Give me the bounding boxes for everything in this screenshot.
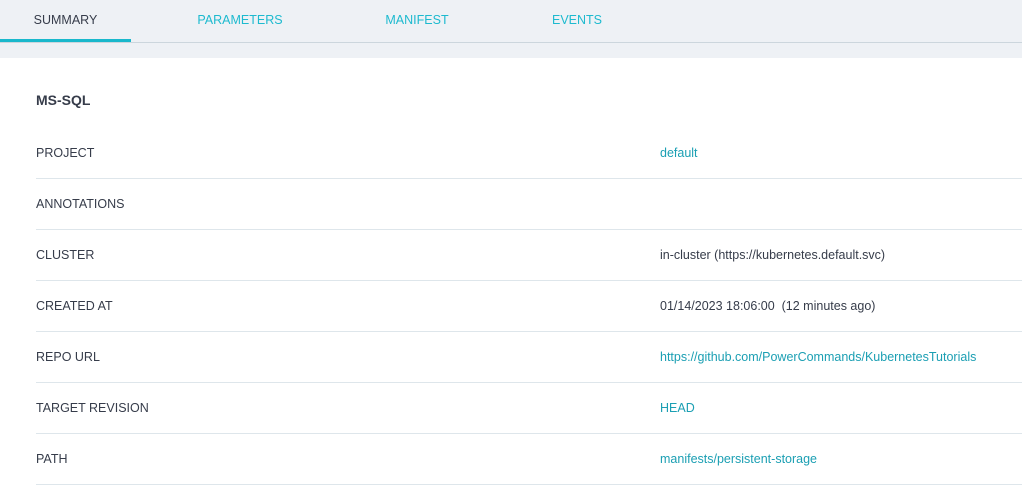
tab-parameters[interactable]: PARAMETERS <box>175 0 305 42</box>
row-target-revision: TARGET REVISION HEAD <box>36 383 1022 434</box>
row-annotations: ANNOTATIONS <box>36 179 1022 230</box>
tab-bar: SUMMARY PARAMETERS MANIFEST EVENTS <box>0 0 1022 43</box>
row-label: CREATED AT <box>36 299 113 313</box>
header-band <box>0 43 1022 58</box>
row-project: PROJECT default <box>36 128 1022 179</box>
row-created-at: CREATED AT 01/14/2023 18:06:00 (12 minut… <box>36 281 1022 332</box>
tab-events[interactable]: EVENTS <box>512 0 642 42</box>
created-at-value: 01/14/2023 18:06:00 (12 minutes ago) <box>660 299 876 313</box>
row-path: PATH manifests/persistent-storage <box>36 434 1022 485</box>
target-revision-link[interactable]: HEAD <box>660 401 695 415</box>
cluster-value: in-cluster (https://kubernetes.default.s… <box>660 248 886 262</box>
repo-url-link[interactable]: https://github.com/PowerCommands/Kuberne… <box>660 350 976 364</box>
summary-table: PROJECT default ANNOTATIONS CLUSTER in-c… <box>36 128 1022 485</box>
tab-summary[interactable]: SUMMARY <box>0 0 131 42</box>
project-link[interactable]: default <box>660 146 698 160</box>
row-cluster: CLUSTER in-cluster (https://kubernetes.d… <box>36 230 1022 281</box>
app-title: MS-SQL <box>36 92 91 108</box>
row-label: PROJECT <box>36 146 95 160</box>
row-label: CLUSTER <box>36 248 95 262</box>
row-label: ANNOTATIONS <box>36 197 125 211</box>
row-label: TARGET REVISION <box>36 401 149 415</box>
row-label: PATH <box>36 452 68 466</box>
row-repo-url: REPO URL https://github.com/PowerCommand… <box>36 332 1022 383</box>
tab-manifest[interactable]: MANIFEST <box>352 0 482 42</box>
row-label: REPO URL <box>36 350 100 364</box>
path-link[interactable]: manifests/persistent-storage <box>660 452 817 466</box>
